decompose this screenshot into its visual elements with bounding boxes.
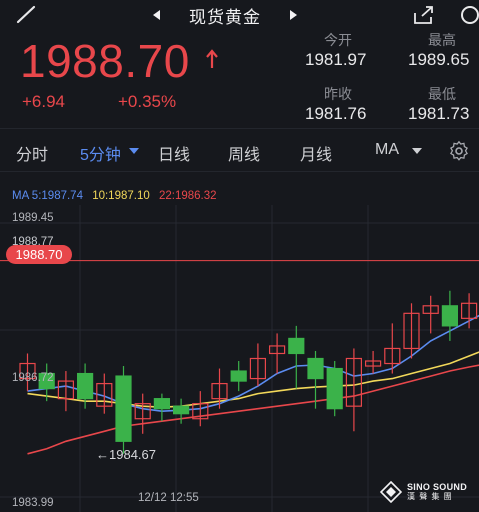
caret-down-icon[interactable] — [412, 148, 422, 154]
search-icon[interactable] — [456, 4, 479, 26]
min-price-marker: ←1984.67 — [96, 447, 156, 462]
ma-legend: MA 5:1987.74 10:1987.10 22:1986.32 — [12, 190, 223, 202]
period-tabs: 分时 5分钟 日线 周线 月线 MA — [0, 128, 479, 172]
high-label: 最高 — [428, 32, 456, 48]
ma5-legend: MA 5:1987.74 — [12, 190, 83, 202]
candle-body — [307, 357, 324, 380]
prev-close-value: 1981.76 — [305, 104, 367, 123]
price-change: +6.94 — [22, 92, 66, 111]
open-value: 1981.97 — [305, 50, 367, 69]
candle-body — [441, 305, 458, 327]
candle-body — [230, 370, 247, 382]
back-arrow-icon[interactable] — [14, 4, 40, 26]
candle-body — [153, 398, 170, 410]
candle-body — [288, 337, 305, 355]
up-arrow-icon — [206, 49, 218, 68]
high-value: 1989.65 — [408, 50, 470, 69]
current-price-tag: 1988.70 — [6, 245, 72, 264]
y-tick-mid: 1986.72 — [12, 372, 54, 384]
x-tick-time: 12/12 12:55 — [138, 492, 199, 504]
price-change-percent: +0.35% — [118, 92, 177, 111]
triangle-left-icon[interactable] — [150, 8, 162, 22]
tab-intraday[interactable]: 分时 — [16, 141, 48, 165]
tab-ma[interactable]: MA — [375, 141, 399, 159]
candlestick-chart[interactable] — [0, 205, 479, 512]
top-bar: 现货黄金 — [0, 0, 479, 30]
y-tick-top: 1989.45 — [12, 212, 54, 224]
ma22-legend: 22:1986.32 — [158, 190, 217, 202]
current-price: 1988.70 — [20, 35, 190, 87]
prev-close-label: 昨收 — [324, 86, 352, 102]
ma10-legend: 10:1987.10 — [92, 190, 150, 202]
watermark-line2: 漢 聲 集 團 — [407, 492, 453, 501]
low-value: 1981.73 — [408, 104, 470, 123]
gear-icon[interactable] — [448, 140, 470, 162]
candle-body — [326, 367, 343, 410]
tab-monthly[interactable]: 月线 — [300, 141, 332, 165]
share-icon[interactable] — [412, 4, 436, 26]
y-tick-bottom: 1983.99 — [12, 497, 54, 509]
low-label: 最低 — [428, 86, 456, 102]
title-group: 现货黄金 — [150, 4, 300, 27]
open-label: 今开 — [324, 32, 352, 48]
candle-body — [173, 405, 190, 415]
candle-body — [76, 372, 94, 400]
tab-5min[interactable]: 5分钟 — [80, 141, 121, 165]
caret-down-icon[interactable] — [129, 148, 139, 154]
sino-sound-logo-icon — [380, 481, 402, 503]
candle-body — [115, 375, 132, 442]
triangle-right-icon[interactable] — [288, 8, 300, 22]
ma22-line — [27, 364, 479, 455]
watermark-line1: SINO SOUND — [407, 482, 468, 492]
tab-daily[interactable]: 日线 — [158, 141, 190, 165]
watermark: SINO SOUND 漢 聲 集 團 — [380, 480, 472, 504]
page-title: 现货黄金 — [189, 7, 261, 27]
tab-weekly[interactable]: 周线 — [228, 141, 260, 165]
